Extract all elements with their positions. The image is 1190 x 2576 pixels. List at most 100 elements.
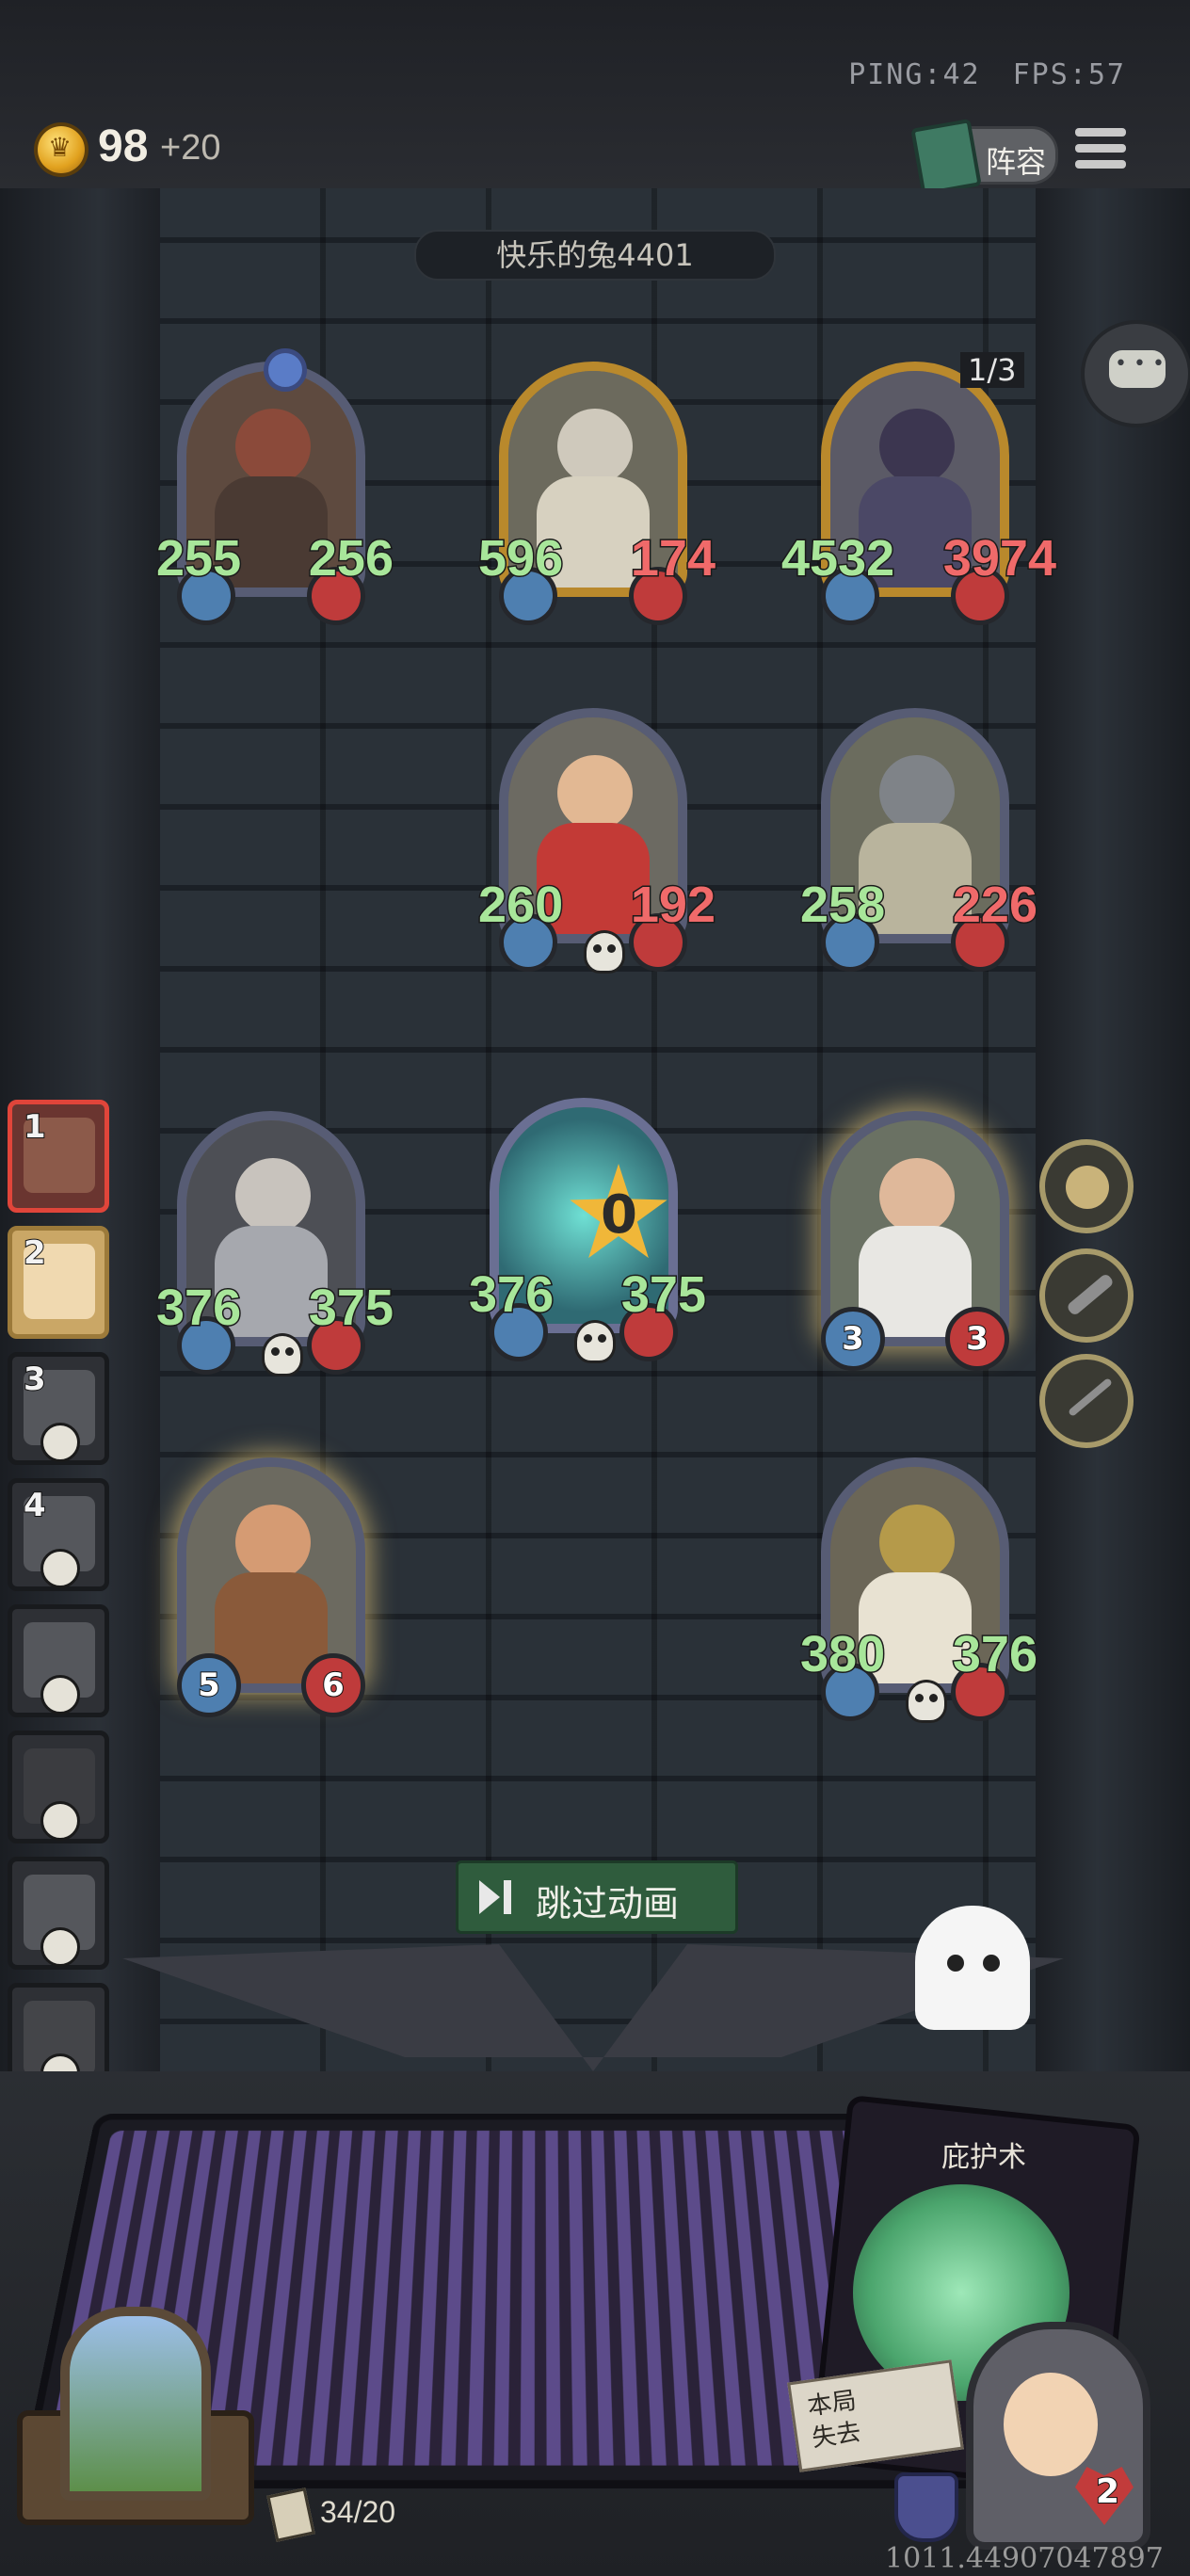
attack-value: 4532 <box>780 529 895 588</box>
health-value: 375 <box>307 1279 394 1338</box>
attack-value: 596 <box>476 529 564 588</box>
attack-badge: 3 <box>821 1307 885 1371</box>
skull-icon <box>574 1320 616 1363</box>
minion-head <box>557 755 633 830</box>
health-value: 192 <box>629 876 716 935</box>
attack-value: 376 <box>154 1279 242 1338</box>
skull-icon <box>262 1333 303 1377</box>
minion-head <box>879 409 955 484</box>
hero-avatar <box>1004 2373 1098 2476</box>
gem-icon <box>264 348 307 392</box>
network-stats: PING:42 FPS:57 <box>816 58 1126 91</box>
attack-value: 376 <box>467 1265 555 1325</box>
attack-value: 258 <box>798 876 886 935</box>
play-skip-icon-bar <box>504 1880 511 1914</box>
turn-order-slot[interactable] <box>8 1857 109 1970</box>
skull-icon <box>40 1423 80 1462</box>
item-slot[interactable] <box>1039 1248 1134 1343</box>
ping-text: PING:42 <box>848 58 981 91</box>
enemy-minion-card[interactable]: 4532 3974 <box>780 362 1058 625</box>
deck-count: 34/20 <box>320 2495 396 2529</box>
attack-value: 260 <box>476 876 564 935</box>
turn-number: 1 <box>23 1107 47 1147</box>
menu-button[interactable] <box>1075 122 1128 175</box>
turn-order-slot[interactable]: 4 <box>8 1478 109 1591</box>
minion-head <box>235 1505 311 1580</box>
star-value: 0 <box>601 1184 637 1246</box>
spell-ribbon-text: 本局 失去 <box>805 2386 863 2454</box>
skip-animation-label: 跳过动画 <box>536 1883 680 1924</box>
player-minion-card[interactable]: 3 3 <box>821 1111 1009 1371</box>
opponent-name: 快乐的兔4401 <box>496 237 694 273</box>
attack-value: 380 <box>798 1625 886 1684</box>
health-value: 376 <box>951 1625 1038 1684</box>
minion-portrait <box>830 1120 1000 1337</box>
attack-value: 255 <box>154 529 242 588</box>
menu-icon <box>1075 128 1126 137</box>
skull-icon <box>906 1680 947 1723</box>
skull-icon <box>40 1549 80 1588</box>
skull-icon <box>40 1801 80 1841</box>
play-skip-icon <box>479 1880 500 1914</box>
skull-icon <box>40 1927 80 1967</box>
gold-amount: 98 <box>98 121 149 171</box>
menu-icon-line <box>1075 144 1126 153</box>
fps-text: FPS:57 <box>1012 58 1126 91</box>
enemy-minion-card[interactable]: 255 256 <box>154 348 395 625</box>
enemy-minion-card[interactable]: 260 192 <box>476 708 717 974</box>
dagger-icon <box>1067 1377 1114 1418</box>
lineup-label: 阵容 <box>986 144 1047 180</box>
turn-number: 2 <box>23 1233 47 1273</box>
ghost-icon[interactable] <box>915 1906 1030 2030</box>
coin-icon <box>38 126 85 173</box>
minion-head <box>235 1158 311 1233</box>
chat-icon[interactable] <box>1081 320 1190 427</box>
health-value: 3974 <box>941 529 1057 588</box>
shop-portal[interactable] <box>60 2307 211 2501</box>
skull-icon <box>40 1675 80 1715</box>
enemy-minion-card[interactable]: 596 174 <box>476 362 717 625</box>
lineup-button[interactable]: 阵容 <box>910 118 1058 197</box>
debug-coordinate: 1011.44907047897 <box>885 2542 1164 2575</box>
gold-income: +20 <box>160 128 221 168</box>
health-badge: 3 <box>945 1307 1009 1371</box>
turn-order-slot[interactable]: 1 <box>8 1100 109 1213</box>
pocket-watch-icon <box>1066 1166 1109 1209</box>
attack-badge: 5 <box>177 1653 241 1717</box>
hero-health: 2 <box>1095 2471 1120 2512</box>
minion-head <box>879 755 955 830</box>
health-value: 256 <box>307 529 394 588</box>
minion-head <box>879 1505 955 1580</box>
opponent-name-plate: 快乐的兔4401 <box>414 230 776 281</box>
book-icon <box>910 118 982 197</box>
skull-icon <box>584 930 625 974</box>
player-minion-card[interactable]: 5 6 <box>177 1457 365 1717</box>
counter-label: 1/3 <box>960 352 1024 388</box>
shield-icon[interactable] <box>894 2472 958 2542</box>
turn-order-slot[interactable]: 2 <box>8 1226 109 1339</box>
health-value: 375 <box>619 1265 707 1325</box>
health-badge: 6 <box>301 1653 365 1717</box>
turn-order-slot[interactable] <box>8 1731 109 1843</box>
player-minion-card[interactable]: 376 375 <box>154 1111 395 1377</box>
health-value: 174 <box>629 529 716 588</box>
health-value: 226 <box>951 876 1038 935</box>
right-pillar <box>1036 188 1190 2071</box>
minion-head <box>557 409 633 484</box>
spell-title: 庇护术 <box>941 2141 1026 2174</box>
minion-head <box>235 409 311 484</box>
player-minion-card[interactable]: 380 376 <box>798 1457 1039 1723</box>
item-slot[interactable] <box>1039 1139 1134 1233</box>
turn-number: 4 <box>23 1486 47 1525</box>
player-minion-card[interactable]: 0 376 375 <box>467 1098 708 1363</box>
item-slot[interactable] <box>1039 1354 1134 1448</box>
turn-order-slot[interactable] <box>8 1604 109 1717</box>
minion-head <box>879 1158 955 1233</box>
minion-portrait <box>186 1467 356 1683</box>
skip-animation-button[interactable]: 跳过动画 <box>456 1860 738 1934</box>
turn-number: 3 <box>23 1360 47 1399</box>
turn-order-slot[interactable]: 3 <box>8 1352 109 1465</box>
menu-icon-line <box>1075 160 1126 169</box>
enemy-minion-card[interactable]: 258 226 <box>798 708 1039 972</box>
pistol-icon <box>1066 1272 1115 1317</box>
